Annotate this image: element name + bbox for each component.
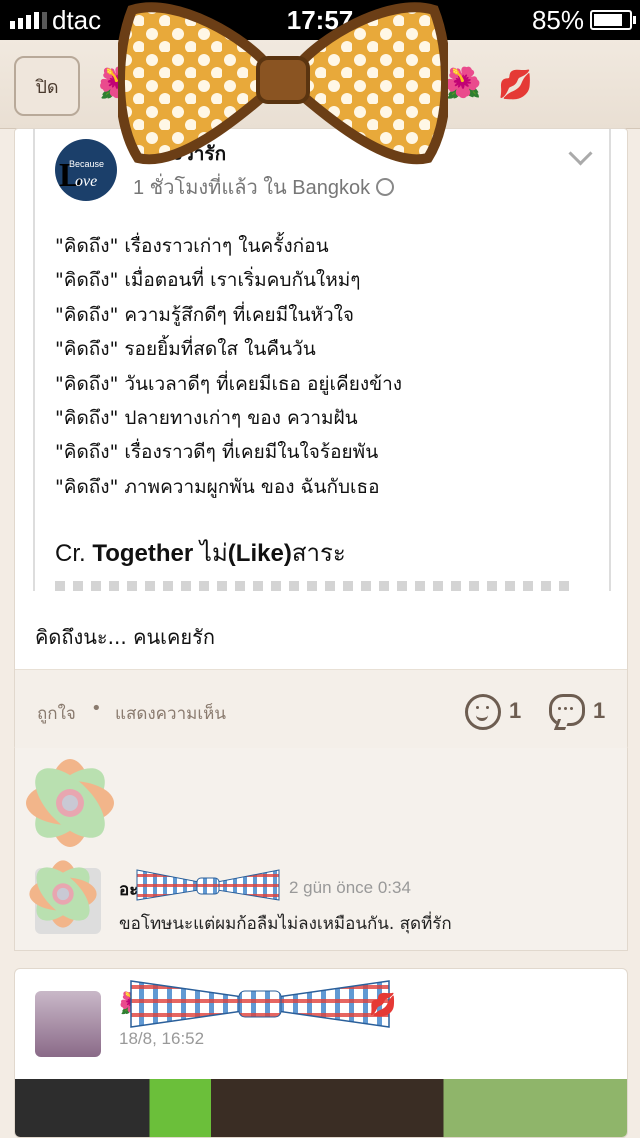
poem-line: "คิดถึง" ความรู้สึกดีๆ ที่เคยมีในหัวใจ (55, 303, 355, 326)
chevron-down-icon[interactable] (568, 141, 593, 166)
flower-sticker-icon (29, 860, 97, 928)
credit-mid: ไม่ (193, 540, 228, 567)
credit-line: Cr. Together ไม่(Like)สาระ (55, 533, 346, 572)
gingham-bow-icon (130, 980, 390, 1028)
comment-count: 1 (593, 698, 606, 723)
poem-line: "คิดถึง" เรื่องราวดีๆ ที่เคยมีในใจร้อยพั… (55, 441, 379, 464)
poem-line: "คิดถึง" รอยยิ้มที่สดใส ในคืนวัน (55, 338, 316, 361)
polka-dot-bow-icon (118, 2, 448, 165)
cut-off-text (55, 581, 575, 591)
avatar-logo-small: Because (69, 159, 105, 169)
next-post-time: 18/8, 16:52 (119, 1029, 205, 1048)
page-avatar[interactable]: L Because ove (55, 139, 117, 201)
poem-line: "คิดถึง" วันเวลาดีๆ ที่เคยมีเธอ อยู่เคีย… (55, 372, 403, 395)
post-meta-text: 1 ชั่วโมงที่แล้ว ใน Bangkok (133, 177, 371, 199)
next-post-avatar[interactable] (35, 991, 101, 1057)
post-card: L Because ove เพราะว่ารัก 1 ชั่วโมงที่แล… (14, 128, 628, 750)
close-button[interactable]: ปิด (14, 56, 80, 116)
post-caption: คิดถึงนะ... คนเคยรัก (35, 625, 215, 649)
avatar-logo-word: ove (75, 173, 98, 190)
credit-prefix: Cr. (55, 540, 86, 567)
comment-time: 2 gün önce 0:34 (289, 878, 411, 897)
hibiscus-icon: 🌺 (444, 66, 482, 101)
credit-bold2: (Like) (227, 540, 292, 567)
caption-area: คิดถึงนะ... คนเคยรัก (15, 591, 627, 669)
lips-icon: 💋 (498, 68, 533, 101)
next-post-card: 🌺 💋 18/8, 16:52 (14, 968, 628, 1138)
gingham-bow-icon (136, 869, 280, 901)
credit-end: สาระ (291, 540, 346, 567)
comment-link[interactable]: แสดงความเห็น (115, 700, 226, 727)
credit-bold: Together (92, 540, 194, 567)
post-photo[interactable] (15, 1079, 627, 1137)
battery-icon (590, 10, 636, 30)
post-body: "คิดถึง" เรื่องราวเก่าๆ ในครั้งก่อน "คิด… (55, 229, 402, 504)
poem-line: "คิดถึง" เมื่อตอนที่ เราเริ่มคบกันใหม่ๆ (55, 269, 361, 292)
separator-dot: • (91, 698, 102, 719)
action-bar: ถูกใจ • แสดงความเห็น 1 1 (15, 669, 627, 750)
post-meta: 1 ชั่วโมงที่แล้ว ใน Bangkok (133, 171, 395, 203)
poem-line: "คิดถึง" ปลายทางเก่าๆ ของ ความฝัน (55, 407, 358, 430)
poem-line: "คิดถึง" เรื่องราวเก่าๆ ในครั้งก่อน (55, 235, 329, 257)
like-count: 1 (509, 698, 522, 723)
poem-line: "คิดถึง" ภาพความผูกพัน ของ ฉันกับเธอ (55, 475, 380, 498)
battery-percent: 85% (531, 5, 584, 35)
lips-icon: 💋 (369, 993, 397, 1018)
like-link[interactable]: ถูกใจ (37, 700, 76, 727)
shared-post[interactable]: L Because ove เพราะว่ารัก 1 ชั่วโมงที่แล… (33, 129, 611, 591)
comment-text: ขอโทษนะแต่ผมก้อลืมไม่ลงเหมือนกัน. สุดที่… (119, 914, 452, 934)
flower-sticker-icon (26, 759, 114, 847)
comment-bubble-icon[interactable] (549, 694, 585, 726)
smile-icon[interactable] (465, 694, 501, 730)
comments-panel: อะ 2 gün önce 0:34 ขอโทษนะแต่ผมก้อลืมไม่… (14, 748, 628, 951)
globe-icon (376, 178, 395, 196)
